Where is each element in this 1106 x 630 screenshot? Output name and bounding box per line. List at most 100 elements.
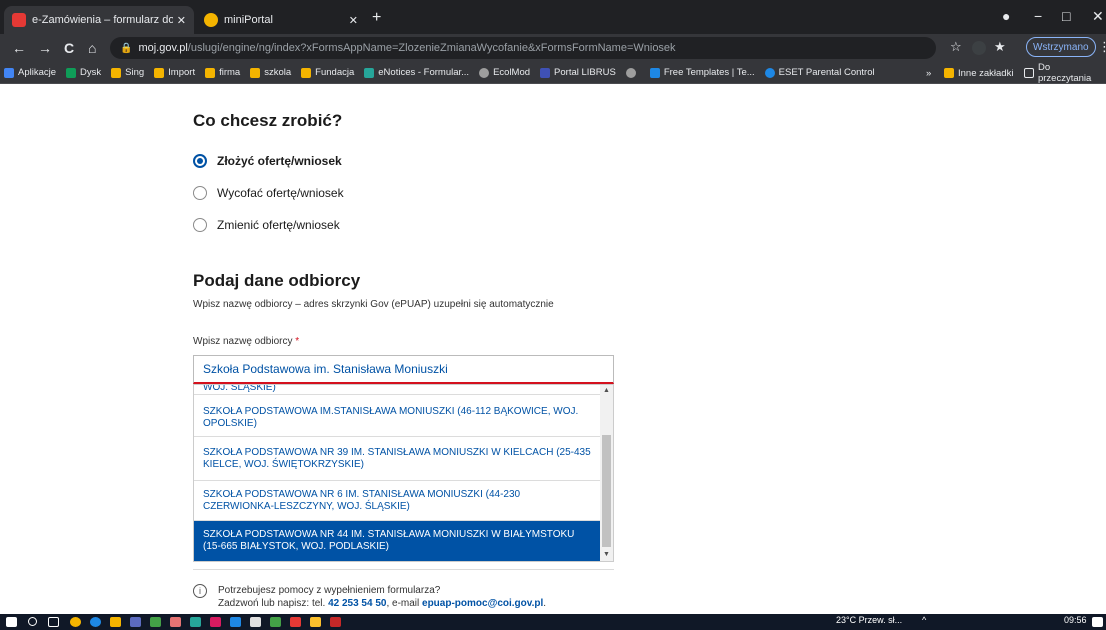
app-icon[interactable]: [310, 617, 321, 627]
profile-icon[interactable]: ●: [1002, 8, 1010, 24]
help-contact-suffix: .: [543, 598, 547, 609]
recipient-field-label: Wpisz nazwę odbiorcy *: [193, 336, 299, 347]
radio-circle[interactable]: [193, 154, 207, 168]
bookmark-label: eNotices - Formular...: [378, 67, 470, 78]
browser-tab-inactive[interactable]: miniPortal ✕: [196, 6, 366, 34]
suggestion-item-selected[interactable]: SZKOŁA PODSTAWOWA NR 44 IM. STANISŁAWA M…: [194, 521, 602, 561]
field-label-text: Wpisz nazwę odbiorcy: [193, 336, 293, 347]
page-content: Co chcesz zrobić? Złożyć ofertę/wniosek …: [0, 84, 1106, 614]
tray-overflow-icon[interactable]: ^: [922, 615, 926, 625]
app-icon[interactable]: [150, 617, 161, 627]
reload-button[interactable]: C: [64, 40, 74, 56]
bookmark-label: Aplikacje: [18, 67, 57, 78]
radio-label: Wycofać ofertę/wniosek: [217, 186, 344, 200]
help-email-link[interactable]: epuap-pomoc@coi.gov.pl: [422, 598, 543, 609]
bookmarks-more-button[interactable]: »: [926, 62, 931, 84]
weather-widget[interactable]: 23°C Przew. sł...: [836, 615, 902, 625]
maximize-button[interactable]: □: [1062, 8, 1070, 24]
radio-circle[interactable]: [193, 186, 207, 200]
help-phone-link[interactable]: 42 253 54 50: [328, 598, 386, 609]
chrome-icon[interactable]: [70, 617, 81, 627]
help-contact-mid: , e-mail: [386, 598, 423, 609]
browser-menu-icon[interactable]: ⋮: [1098, 39, 1106, 55]
globe-icon: [479, 67, 490, 78]
bookmark-label: szkola: [264, 67, 292, 78]
folder-icon: [154, 67, 165, 78]
app-icon[interactable]: [170, 617, 181, 627]
back-button[interactable]: ←: [12, 40, 26, 56]
bookmark-item[interactable]: Free Templates | Te...: [649, 67, 755, 78]
task-view-icon[interactable]: [48, 617, 59, 627]
new-tab-button[interactable]: +: [372, 9, 381, 27]
app-icon[interactable]: [230, 617, 241, 627]
bookmark-item[interactable]: Aplikacje: [4, 67, 56, 78]
profile-paused-button[interactable]: Wstrzymano: [1026, 37, 1096, 57]
bookmark-item[interactable]: firma: [205, 67, 240, 78]
bookmark-item[interactable]: EcolMod: [479, 67, 530, 78]
close-tab-icon[interactable]: ✕: [349, 14, 358, 27]
tab-title: miniPortal: [224, 14, 273, 26]
app-icon[interactable]: [290, 617, 301, 627]
radio-circle[interactable]: [193, 218, 207, 232]
help-contact: Zadzwoń lub napisz: tel. 42 253 54 50, e…: [218, 598, 546, 609]
bookmark-item[interactable]: Portal LIBRUS: [540, 67, 616, 78]
info-icon: i: [193, 584, 207, 598]
bookmark-item[interactable]: [625, 67, 640, 78]
minimize-button[interactable]: −: [1034, 8, 1042, 24]
clock[interactable]: 09:56: [1064, 615, 1087, 625]
edge-icon[interactable]: [90, 617, 101, 627]
close-window-button[interactable]: ✕: [1092, 8, 1104, 25]
section-title-recipient: Podaj dane odbiorcy: [193, 271, 361, 290]
bookmark-item[interactable]: Sing: [111, 67, 144, 78]
address-bar[interactable]: 🔒 moj.gov.pl /uslugi/engine/ng/index?xFo…: [110, 37, 936, 59]
home-button[interactable]: ⌂: [88, 40, 96, 56]
extension-icon[interactable]: [972, 41, 986, 55]
radio-change-offer[interactable]: Zmienić ofertę/wniosek: [193, 218, 340, 232]
windows-taskbar: 23°C Przew. sł... ^ 09:56: [0, 614, 1106, 630]
app-icon[interactable]: [250, 617, 261, 627]
recipient-search-input[interactable]: Szkoła Podstawowa im. Stanisława Moniusz…: [193, 355, 614, 384]
bookmark-item[interactable]: eNotices - Formular...: [364, 67, 469, 78]
browser-tab-active[interactable]: e-Zamówienia – formularz do zło ✕: [4, 6, 194, 34]
bookmark-label: Sing: [125, 67, 145, 78]
suggestion-item[interactable]: WOJ. ŚLĄSKIE): [194, 385, 602, 395]
forward-button[interactable]: →: [38, 40, 52, 56]
suggestion-item[interactable]: SZKOŁA PODSTAWOWA NR 39 IM. STANISŁAWA M…: [194, 437, 602, 481]
recipient-suggestions-list[interactable]: WOJ. ŚLĄSKIE) SZKOŁA PODSTAWOWA IM.STANI…: [193, 384, 614, 562]
suggestion-item[interactable]: SZKOŁA PODSTAWOWA NR 6 IM. STANISŁAWA MO…: [194, 481, 602, 521]
search-icon[interactable]: [28, 617, 37, 626]
tab-favicon-icon: [12, 13, 26, 27]
windows-start-icon[interactable]: [6, 617, 17, 627]
bookmark-star-icon[interactable]: ☆: [950, 39, 962, 55]
other-bookmarks-label: Inne zakładki: [958, 67, 1014, 79]
bookmark-item[interactable]: ESET Parental Control: [764, 67, 875, 78]
other-bookmarks[interactable]: Inne zakładki: [944, 62, 1013, 84]
bookmark-item[interactable]: szkola: [250, 67, 291, 78]
scroll-up-icon[interactable]: ▲: [603, 387, 610, 394]
bookmark-icon: [625, 67, 636, 78]
section-description: Wpisz nazwę odbiorcy – adres skrzynki Go…: [193, 299, 554, 310]
bookmark-item[interactable]: Import: [154, 67, 195, 78]
suggestion-item[interactable]: SZKOŁA PODSTAWOWA IM.STANISŁAWA MONIUSZK…: [194, 399, 602, 437]
app-icon[interactable]: [330, 617, 341, 627]
close-tab-icon[interactable]: ✕: [177, 14, 186, 27]
notifications-icon[interactable]: [1092, 617, 1103, 627]
bookmark-item[interactable]: Fundacja: [301, 67, 354, 78]
app-icon[interactable]: [190, 617, 201, 627]
suggestions-scrollbar[interactable]: ▲ ▼: [600, 385, 613, 561]
app-icon[interactable]: [270, 617, 281, 627]
browser-toolbar: ← → C ⌂ 🔒 moj.gov.pl /uslugi/engine/ng/i…: [0, 34, 1106, 62]
bookmark-item[interactable]: Dysk: [66, 67, 101, 78]
file-explorer-icon[interactable]: [110, 617, 121, 627]
bookmark-label: ESET Parental Control: [778, 67, 875, 78]
app-icon[interactable]: [210, 617, 221, 627]
reading-list[interactable]: Do przeczytania: [1024, 62, 1106, 84]
radio-withdraw-offer[interactable]: Wycofać ofertę/wniosek: [193, 186, 344, 200]
radio-submit-offer[interactable]: Złożyć ofertę/wniosek: [193, 154, 342, 168]
extensions-puzzle-icon[interactable]: ★: [994, 39, 1006, 55]
app-icon[interactable]: [130, 617, 141, 627]
system-tray-icons[interactable]: [936, 617, 996, 627]
radio-label: Złożyć ofertę/wniosek: [217, 154, 342, 168]
scroll-down-icon[interactable]: ▼: [603, 551, 610, 558]
scrollbar-thumb[interactable]: [602, 435, 611, 547]
